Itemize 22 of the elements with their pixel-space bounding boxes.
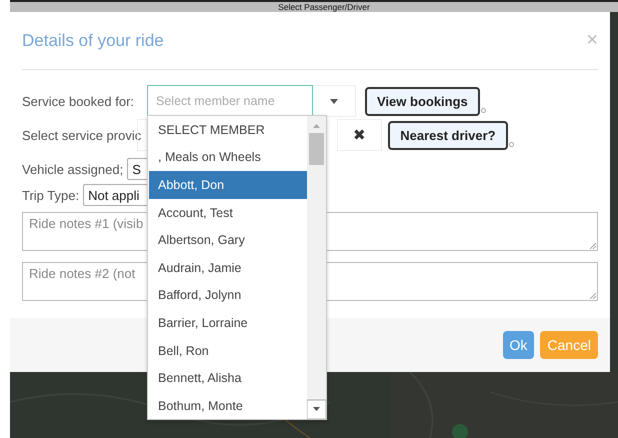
page-title: Select Passenger/Driver (278, 2, 370, 12)
dialog-title: Details of your ride (22, 30, 164, 50)
dropdown-item[interactable]: Bothum, Monte (149, 392, 307, 419)
clear-button[interactable]: ✖ (337, 119, 382, 151)
dropdown-item[interactable]: Barrier, Lorraine (149, 309, 307, 337)
dropdown-item[interactable]: SELECT MEMBER (149, 116, 307, 144)
help-dot-icon[interactable] (480, 108, 486, 113)
nearest-driver-button[interactable]: Nearest driver? (388, 120, 508, 150)
field-label: Trip Type: (22, 188, 80, 202)
resize-grip-icon[interactable] (589, 292, 596, 299)
dropdown-item[interactable]: Albertson, Gary (149, 226, 307, 254)
help-dot-icon[interactable] (508, 142, 514, 147)
resize-grip-icon[interactable] (589, 242, 596, 249)
dropdown-item[interactable]: , Meals on Wheels (149, 144, 307, 172)
dropdown-item[interactable]: Abbott, Don (149, 171, 307, 199)
field-label: Service booked for: (22, 94, 136, 108)
dropdown-item[interactable]: Bennett, Alisha (149, 364, 307, 392)
dropdown-item[interactable]: Bell, Ron (149, 336, 307, 364)
field-label: Select service provic (22, 128, 142, 142)
caret-icon (330, 98, 338, 104)
view-bookings-button[interactable]: View bookings (365, 86, 480, 116)
field-label: Vehicle assigned; (22, 162, 124, 176)
